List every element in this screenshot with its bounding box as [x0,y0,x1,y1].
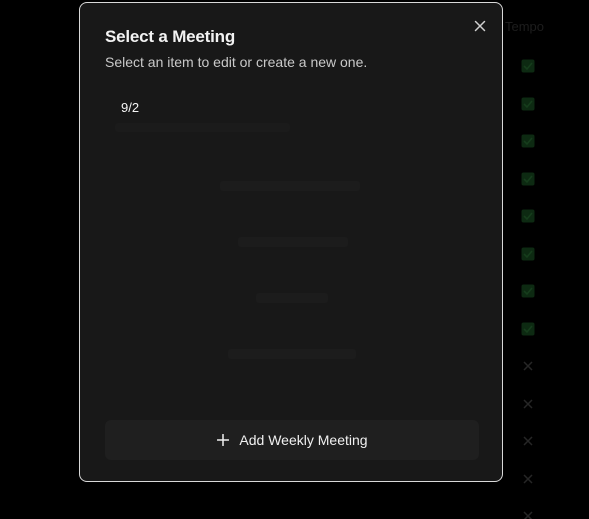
app-screen: Tempo Select a Meeting Select an item to… [0,0,589,519]
add-weekly-meeting-label: Add Weekly Meeting [239,432,368,448]
cross-icon [520,433,536,449]
ghost-row [115,123,290,132]
cross-icon [520,396,536,412]
modal-title: Select a Meeting [105,27,236,46]
cross-icon [520,508,536,519]
close-icon [474,19,486,37]
check-icon [520,58,536,74]
check-icon [520,171,536,187]
ghost-row [220,181,360,191]
check-icon [520,133,536,149]
plus-icon [216,433,230,447]
modal-subtitle: Select an item to edit or create a new o… [105,54,368,70]
check-icon [520,283,536,299]
background-column-header: Tempo [505,19,545,34]
meeting-item-label: 9/2 [121,100,140,115]
cross-icon [520,471,536,487]
check-icon [520,321,536,337]
ghost-row [228,349,356,359]
close-button[interactable] [469,17,491,39]
select-meeting-modal: Select a Meeting Select an item to edit … [79,2,503,482]
check-icon [520,208,536,224]
meeting-list: 9/2 [105,91,479,121]
meeting-item[interactable]: 9/2 [105,91,479,121]
cross-icon [520,358,536,374]
add-weekly-meeting-button[interactable]: Add Weekly Meeting [105,420,479,460]
check-icon [520,96,536,112]
check-icon [520,246,536,262]
ghost-row [256,293,328,303]
ghost-row [238,237,348,247]
